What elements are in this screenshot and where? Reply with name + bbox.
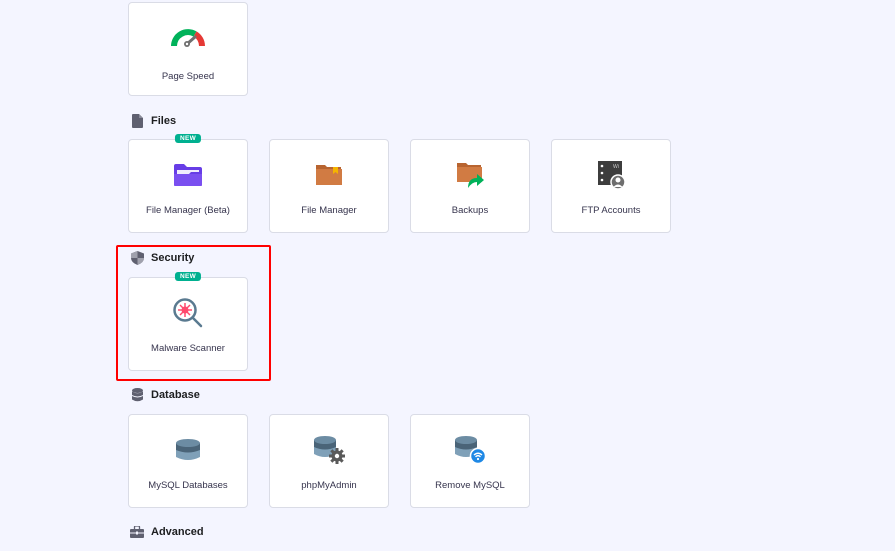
phpmyadmin-card[interactable]: phpMyAdmin	[269, 414, 389, 508]
remote-mysql-label: Remove MySQL	[435, 480, 505, 491]
folder-icon	[171, 160, 205, 190]
page-speed-card[interactable]: Page Speed	[128, 2, 248, 96]
briefcase-icon	[130, 525, 144, 539]
ftp-user-icon: Wi	[594, 160, 628, 190]
remote-mysql-card[interactable]: Remove MySQL	[410, 414, 530, 508]
backups-card[interactable]: Backups	[410, 139, 530, 233]
folder-share-icon	[453, 160, 487, 190]
advanced-section-label: Advanced	[151, 526, 204, 538]
phpmyadmin-label: phpMyAdmin	[301, 480, 357, 491]
speedometer-icon	[171, 23, 205, 53]
backups-label: Backups	[451, 205, 489, 216]
database-wifi-icon	[453, 435, 487, 465]
database-gear-icon	[312, 435, 346, 465]
malware-scanner-card[interactable]: NEW Malware Scanner	[128, 272, 248, 371]
folder-bookmark-icon	[312, 160, 346, 190]
virus-search-icon	[171, 298, 205, 328]
ftp-accounts-label: FTP Accounts	[581, 205, 641, 216]
security-section-title: Security	[130, 251, 194, 265]
database-section-title: Database	[130, 388, 200, 402]
shield-icon	[130, 251, 144, 265]
database-icon	[171, 435, 205, 465]
file-manager-card[interactable]: File Manager	[269, 139, 389, 233]
page-speed-label: Page Speed	[161, 71, 215, 82]
database-icon	[130, 388, 144, 402]
file-icon	[130, 114, 144, 128]
advanced-section-title: Advanced	[130, 525, 204, 539]
file-manager-label: File Manager	[301, 205, 357, 216]
svg-text:Wi: Wi	[613, 164, 619, 170]
ftp-accounts-card[interactable]: Wi FTP Accounts	[551, 139, 671, 233]
files-section-title: Files	[130, 114, 176, 128]
file-manager-beta-label: File Manager (Beta)	[146, 205, 230, 216]
database-section-label: Database	[151, 389, 200, 401]
mysql-databases-card[interactable]: MySQL Databases	[128, 414, 248, 508]
files-section-label: Files	[151, 115, 177, 127]
file-manager-beta-card[interactable]: NEW File Manager (Beta)	[128, 134, 248, 233]
new-badge: NEW	[174, 134, 202, 143]
malware-scanner-label: Malware Scanner	[151, 343, 225, 354]
new-badge: NEW	[174, 272, 202, 281]
mysql-databases-label: MySQL Databases	[148, 480, 228, 491]
security-section-label: Security	[151, 252, 195, 264]
